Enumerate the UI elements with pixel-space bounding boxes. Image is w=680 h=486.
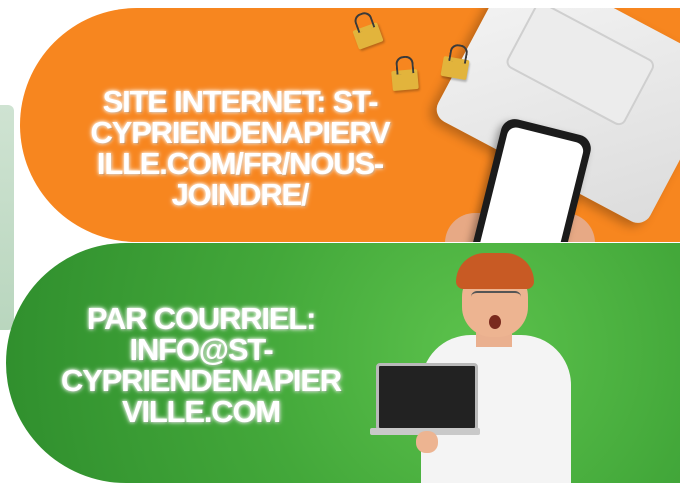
left-partial-card — [0, 105, 14, 330]
website-card: SITE INTERNET: ST- CYPRIENDENAPIERV ILLE… — [20, 8, 680, 242]
website-line: JOINDRE/ — [171, 177, 310, 212]
email-line: VILLE.COM — [122, 394, 281, 429]
website-text: SITE INTERNET: ST- CYPRIENDENAPIERV ILLE… — [70, 86, 410, 210]
paperclip-icon — [352, 22, 384, 50]
website-line: ILLE.COM/FR/NOUS- — [96, 146, 384, 181]
laptop-icon — [376, 363, 478, 431]
person-with-laptop-icon — [370, 243, 596, 483]
email-line: INFO@ST- — [129, 332, 274, 367]
email-text: PAR COURRIEL: INFO@ST- CYPRIENDENAPIER V… — [36, 303, 366, 427]
paperclip-icon — [440, 55, 470, 81]
email-line: PAR COURRIEL: — [86, 301, 317, 336]
website-line: CYPRIENDENAPIERV — [90, 115, 391, 150]
email-line: CYPRIENDENAPIER — [61, 363, 342, 398]
email-card: PAR COURRIEL: INFO@ST- CYPRIENDENAPIER V… — [6, 243, 680, 483]
website-line: SITE INTERNET: ST- — [102, 84, 379, 119]
